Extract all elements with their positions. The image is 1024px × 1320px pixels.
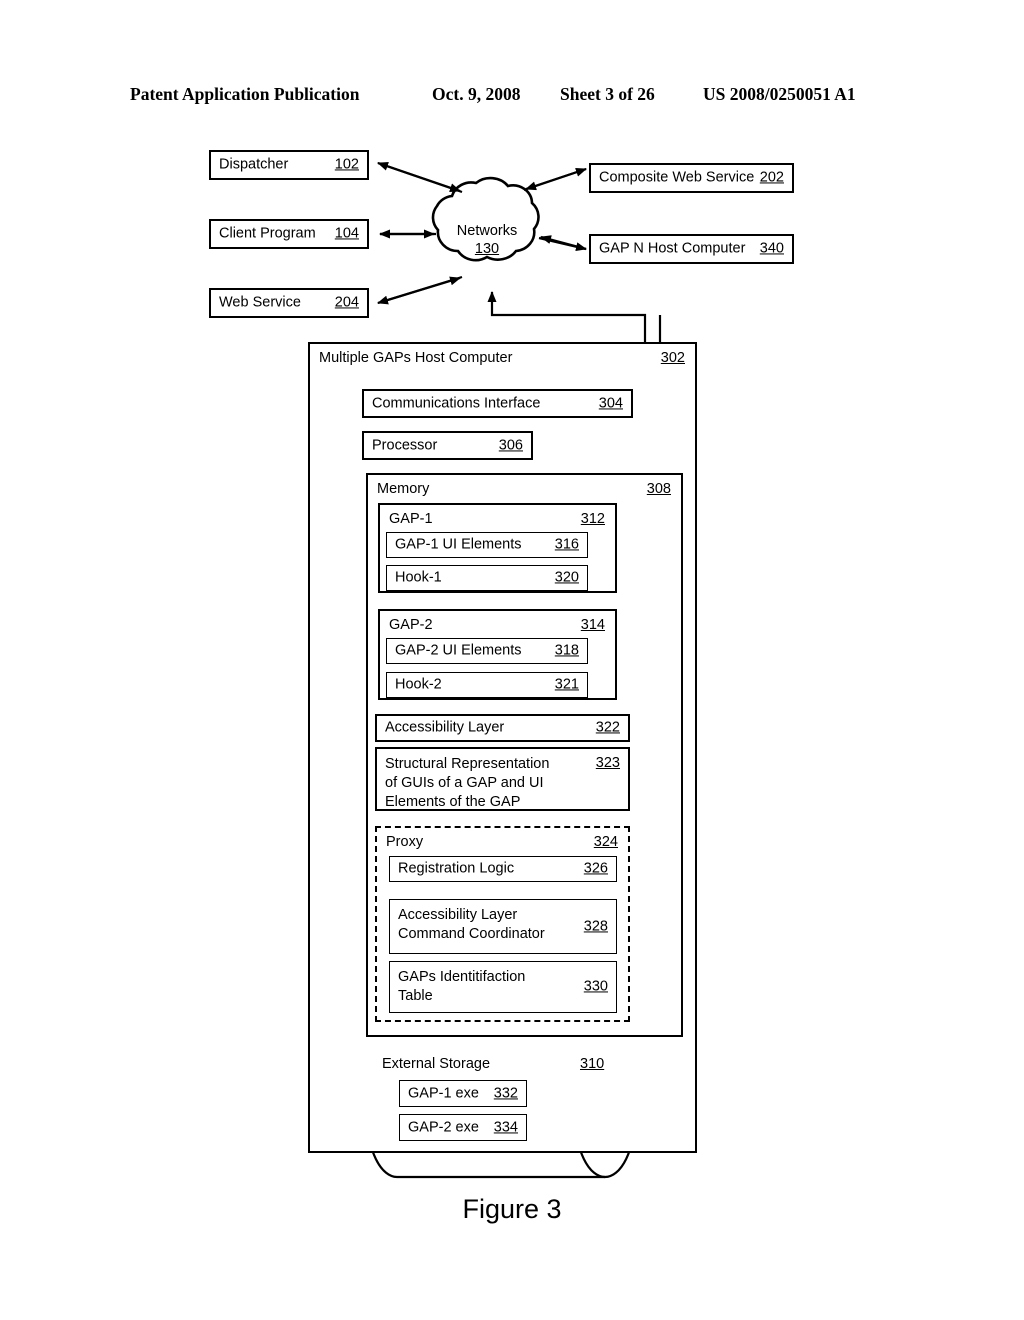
gap-1-ref: 312 [580,511,605,527]
arrow-web-service-to-cloud [377,276,461,305]
hook-1-ref: 320 [554,569,579,586]
structural-representation[interactable]: Structural Representation of GUIs of a G… [375,747,630,811]
proxy-ref: 324 [593,834,618,850]
gap-2-exe-label: GAP-2 exe [408,1118,479,1135]
networks-cloud-label: Networks 130 [432,222,542,258]
networks-label-text: Networks [456,223,518,239]
communications-interface[interactable]: Communications Interface 304 [362,389,633,418]
hook-2[interactable]: Hook-2 321 [386,672,588,698]
registration-logic[interactable]: Registration Logic 326 [389,856,617,882]
composite-web-service-ref: 202 [759,169,784,186]
node-gap-n-host-computer[interactable]: GAP N Host Computer 340 [589,234,794,264]
accessibility-layer-ref: 322 [595,719,620,736]
gap-1-ui-elements-label: GAP-1 UI Elements [395,536,522,553]
node-web-service[interactable]: Web Service 204 [209,288,369,318]
hook-2-label: Hook-2 [395,676,442,693]
gap-n-host-computer-ref: 340 [759,240,784,257]
gap-1-exe-ref: 332 [493,1084,518,1101]
structural-representation-label: Structural Representation of GUIs of a G… [385,756,550,810]
host-computer-ref: 302 [660,350,685,366]
gaps-identification-table[interactable]: GAPs Identitifaction Table 330 [389,961,617,1013]
registration-logic-ref: 326 [583,860,608,877]
memory-label: Memory [377,481,430,497]
node-dispatcher[interactable]: Dispatcher 102 [209,150,369,180]
command-coordinator-ref: 328 [583,917,608,934]
accessibility-layer-command-coordinator[interactable]: Accessibility Layer Command Coordinator … [389,899,617,954]
gap-2-ui-elements[interactable]: GAP-2 UI Elements 318 [386,638,588,664]
dispatcher-ref: 102 [334,156,359,173]
composite-web-service-label: Composite Web Service [599,169,755,186]
gap-2-exe[interactable]: GAP-2 exe 334 [399,1114,527,1141]
hook-1[interactable]: Hook-1 320 [386,565,588,591]
dispatcher-label: Dispatcher [219,156,289,173]
gap-2-ui-elements-ref: 318 [554,642,579,659]
accessibility-layer-label: Accessibility Layer [385,719,505,736]
web-service-ref: 204 [334,294,359,311]
processor-ref: 306 [498,436,523,453]
external-storage-ref: 310 [580,1056,605,1072]
hook-2-ref: 321 [554,676,579,693]
accessibility-layer[interactable]: Accessibility Layer 322 [375,714,630,742]
gap-2-exe-ref: 334 [493,1118,518,1135]
processor[interactable]: Processor 306 [362,431,533,460]
gap-2-label: GAP-2 [389,617,433,633]
gap-1-exe[interactable]: GAP-1 exe 332 [399,1080,527,1107]
node-client-program[interactable]: Client Program 104 [209,219,369,249]
arrow-gap-n-host-to-cloud [540,235,587,251]
communications-interface-ref: 304 [598,394,623,411]
gap-2-ui-elements-label: GAP-2 UI Elements [395,642,522,659]
proxy-label: Proxy [386,834,424,850]
host-computer-label: Multiple GAPs Host Computer [319,350,513,366]
memory-ref: 308 [646,481,671,497]
web-service-label: Web Service [219,294,301,311]
registration-logic-label: Registration Logic [398,860,515,877]
networks-ref-number: 130 [474,241,500,258]
processor-label: Processor [372,436,438,453]
gap-1-exe-label: GAP-1 exe [408,1084,479,1101]
gap-1-ui-elements-ref: 316 [554,536,579,553]
gap-n-host-computer-label: GAP N Host Computer [599,240,746,257]
node-composite-web-service[interactable]: Composite Web Service 202 [589,163,794,193]
arrow-composite-web-service-to-cloud [525,167,587,191]
gap-1-label: GAP-1 [389,511,433,527]
structural-representation-ref: 323 [595,755,620,771]
command-coordinator-label: Accessibility Layer Command Coordinator [398,907,545,942]
arrow-dispatcher-to-cloud [377,161,461,193]
gap-2-ref: 314 [580,617,605,633]
patent-figure-3: Networks 130 Dispatcher 102 Client Progr… [0,0,1024,1320]
communications-interface-label: Communications Interface [372,394,541,411]
gap-1-ui-elements[interactable]: GAP-1 UI Elements 316 [386,532,588,558]
client-program-ref: 104 [334,225,359,242]
figure-caption: Figure 3 [462,1194,562,1224]
external-storage-label: External Storage [382,1056,491,1072]
client-program-label: Client Program [219,225,316,242]
hook-1-label: Hook-1 [395,569,442,586]
gaps-identification-table-label: GAPs Identitifaction Table [398,969,526,1004]
gaps-identification-table-ref: 330 [583,978,608,995]
